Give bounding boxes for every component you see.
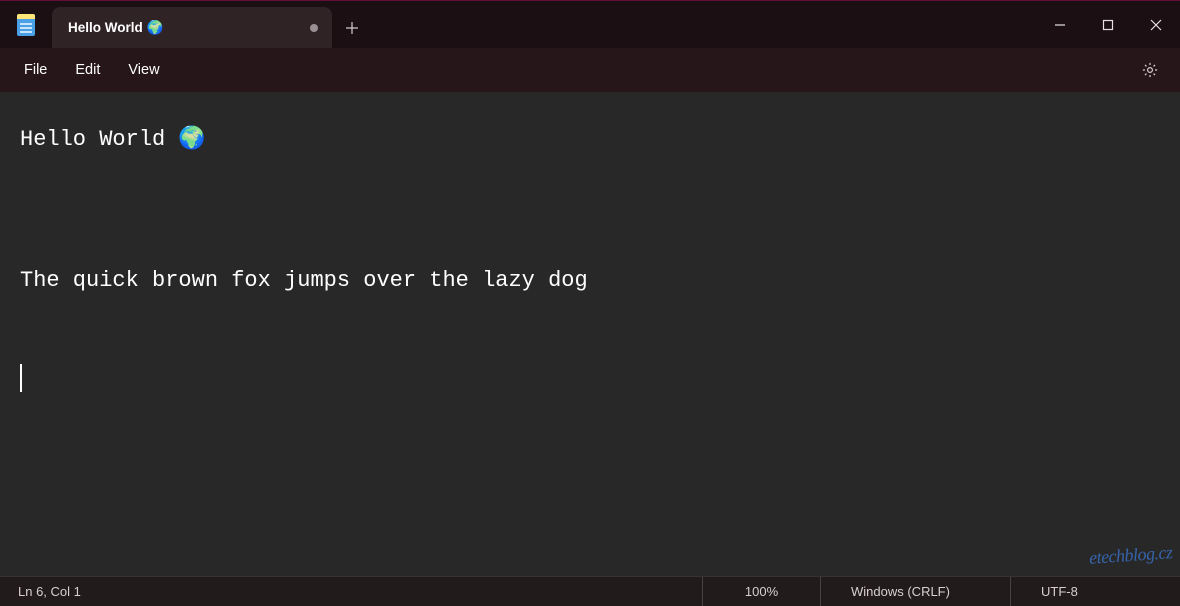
minimize-button[interactable] <box>1036 1 1084 48</box>
minimize-icon <box>1054 19 1066 31</box>
editor-content[interactable]: Hello World 🌍 The quick brown fox jumps … <box>20 116 1160 304</box>
editor-area[interactable]: Hello World 🌍 The quick brown fox jumps … <box>0 92 1180 576</box>
maximize-icon <box>1102 19 1114 31</box>
app-icon <box>0 1 52 48</box>
notepad-icon <box>17 14 35 36</box>
settings-button[interactable] <box>1132 52 1168 88</box>
status-position[interactable]: Ln 6, Col 1 <box>0 584 702 599</box>
gear-icon <box>1141 61 1159 79</box>
close-button[interactable] <box>1132 1 1180 48</box>
status-encoding[interactable]: UTF-8 <box>1010 577 1180 606</box>
modified-indicator-icon[interactable] <box>310 24 318 32</box>
titlebar-drag-region[interactable] <box>372 1 1036 48</box>
watermark: etechblog.cz <box>1088 542 1173 569</box>
statusbar: Ln 6, Col 1 100% Windows (CRLF) UTF-8 <box>0 576 1180 606</box>
status-line-ending[interactable]: Windows (CRLF) <box>820 577 1010 606</box>
new-tab-button[interactable] <box>332 7 372 48</box>
menu-edit[interactable]: Edit <box>61 56 114 84</box>
text-caret <box>20 364 22 392</box>
menu-view[interactable]: View <box>114 56 173 84</box>
close-icon <box>1150 19 1162 31</box>
window-controls <box>1036 1 1180 48</box>
tab-title: Hello World 🌍 <box>68 20 302 36</box>
maximize-button[interactable] <box>1084 1 1132 48</box>
tab-active[interactable]: Hello World 🌍 <box>52 7 332 48</box>
titlebar: Hello World 🌍 <box>0 0 1180 48</box>
plus-icon <box>345 21 359 35</box>
menubar: File Edit View <box>0 48 1180 92</box>
menu-file[interactable]: File <box>10 56 61 84</box>
status-zoom[interactable]: 100% <box>702 577 820 606</box>
